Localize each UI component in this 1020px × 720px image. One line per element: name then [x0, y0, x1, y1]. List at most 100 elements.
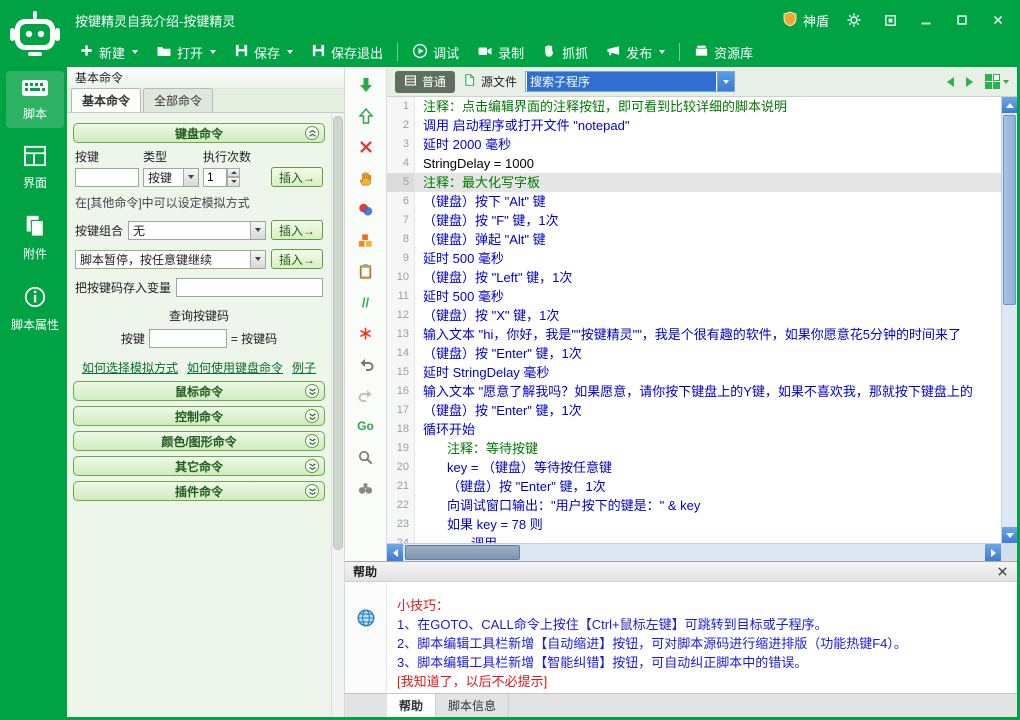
keyboard-commands-header[interactable]: 键盘命令: [73, 123, 325, 143]
paste-icon[interactable]: [356, 261, 376, 281]
expand-down-icon[interactable]: [305, 484, 319, 498]
help-close-icon[interactable]: [996, 565, 1009, 578]
hscrollbar-thumb[interactable]: [405, 545, 520, 560]
dropdown-caret-icon[interactable]: [210, 50, 216, 54]
maximize-button[interactable]: [951, 10, 973, 30]
close-button[interactable]: [987, 10, 1009, 30]
goto-line-icon[interactable]: Go: [356, 416, 376, 436]
expand-down-icon[interactable]: [305, 384, 319, 398]
panel-scrollbar-thumb[interactable]: [333, 116, 343, 550]
new-button[interactable]: 新建: [71, 40, 146, 64]
delete-line-icon[interactable]: [356, 137, 376, 157]
subroutine-search-combo[interactable]: 搜索子程序: [525, 71, 735, 92]
link-how-use-keyboard[interactable]: 如何使用键盘命令: [187, 359, 283, 376]
grab-button[interactable]: 抓抓: [534, 40, 596, 64]
select-arrow-icon[interactable]: [250, 222, 265, 239]
command-section-header[interactable]: 插件命令: [73, 481, 325, 501]
shield-badge[interactable]: 神盾: [782, 11, 829, 30]
dropdown-caret-icon[interactable]: [659, 50, 665, 54]
combo-dropdown-icon[interactable]: [717, 72, 734, 91]
code-line[interactable]: 23如果 key = 78 则: [387, 515, 1001, 534]
scroll-right-icon[interactable]: [985, 544, 1001, 561]
save-button[interactable]: 保存: [226, 40, 301, 64]
code-line[interactable]: 4StringDelay = 1000: [387, 154, 1001, 173]
code-line[interactable]: 19注释：等待按键: [387, 439, 1001, 458]
stepper-down-icon[interactable]: [227, 177, 240, 187]
redo-icon[interactable]: [356, 385, 376, 405]
mode-normal-button[interactable]: 普通: [395, 71, 455, 93]
drag-hand-icon[interactable]: [356, 168, 376, 188]
publish-button[interactable]: 发布: [598, 40, 673, 64]
command-section-header[interactable]: 其它命令: [73, 456, 325, 476]
scroll-up-icon[interactable]: [1002, 97, 1017, 113]
tab-basic-commands[interactable]: 基本命令: [71, 88, 141, 112]
expand-down-icon[interactable]: [305, 434, 319, 448]
tab-script-info[interactable]: 脚本信息: [436, 694, 509, 717]
code-line[interactable]: 20key = （键盘）等待按任意键: [387, 458, 1001, 477]
settings-gear-icon[interactable]: [843, 10, 865, 30]
command-section-header[interactable]: 控制命令: [73, 406, 325, 426]
link-how-choose-simulation[interactable]: 如何选择模拟方式: [82, 359, 178, 376]
syntax-check-icon[interactable]: [356, 323, 376, 343]
panel-scrollbar[interactable]: [331, 114, 344, 717]
query-key-input[interactable]: [149, 329, 227, 348]
code-line[interactable]: 24调用: [387, 534, 1001, 543]
open-button[interactable]: 打开: [148, 40, 224, 64]
select-arrow-icon[interactable]: [183, 169, 198, 186]
search-combo-value[interactable]: 搜索子程序: [527, 72, 716, 91]
code-line[interactable]: 12（键盘）按 "X" 键，1次: [387, 306, 1001, 325]
sidebar-item-script-properties[interactable]: 脚本属性: [6, 278, 64, 339]
move-line-down-icon[interactable]: [356, 75, 376, 95]
code-line[interactable]: 7（键盘）按 "F" 键，1次: [387, 211, 1001, 230]
dropdown-caret-icon[interactable]: [1003, 80, 1009, 84]
expand-down-icon[interactable]: [305, 459, 319, 473]
insert-combo-button[interactable]: 插入→: [271, 220, 323, 240]
pause-mode-select[interactable]: 脚本暂停，按任意键继续: [75, 250, 266, 269]
debug-button[interactable]: 调试: [404, 40, 467, 64]
expand-down-icon[interactable]: [305, 409, 319, 423]
count-input[interactable]: [203, 168, 227, 187]
select-arrow-icon[interactable]: [250, 251, 265, 268]
code-line[interactable]: 16输入文本 "愿意了解我吗？如果愿意，请你按下键盘上的Y键，如果不喜欢我，那就…: [387, 382, 1001, 401]
code-line[interactable]: 10（键盘）按 "Left" 键，1次: [387, 268, 1001, 287]
sidebar-item-interface[interactable]: 界面: [6, 138, 64, 197]
comment-icon[interactable]: //: [356, 292, 376, 312]
find-icon[interactable]: [356, 447, 376, 467]
sidebar-item-script[interactable]: 脚本: [6, 71, 64, 128]
code-line[interactable]: 6（键盘）按下 "Alt" 键: [387, 192, 1001, 211]
code-line[interactable]: 21（键盘）按 "Enter" 键，1次: [387, 477, 1001, 496]
code-line[interactable]: 8（键盘）弹起 "Alt" 键: [387, 230, 1001, 249]
globe-icon[interactable]: [356, 608, 376, 693]
link-example[interactable]: 例子: [292, 359, 316, 376]
vscrollbar-thumb[interactable]: [1003, 115, 1016, 305]
color-picker-icon[interactable]: [356, 199, 376, 219]
stepper-up-icon[interactable]: [227, 168, 240, 178]
editor-hscrollbar[interactable]: [387, 543, 1001, 561]
sidebar-item-attachment[interactable]: 附件: [6, 207, 64, 268]
editor-vscrollbar[interactable]: [1001, 97, 1017, 543]
command-section-header[interactable]: 鼠标命令: [73, 381, 325, 401]
code-line[interactable]: 22向调试窗口输出："用户按下的键是：" & key: [387, 496, 1001, 515]
code-area[interactable]: 1注释：点击编辑界面的注释按钮，即可看到比较详细的脚本说明2调用 启动程序或打开…: [387, 97, 1001, 543]
dropdown-caret-icon[interactable]: [132, 50, 138, 54]
count-stepper[interactable]: [203, 168, 240, 187]
view-layout-button[interactable]: [985, 74, 1009, 89]
code-line[interactable]: 5注释：最大化写字板: [387, 173, 1001, 192]
scroll-down-icon[interactable]: [1002, 527, 1017, 543]
code-line[interactable]: 2调用 启动程序或打开文件 "notepad": [387, 116, 1001, 135]
minimize-button[interactable]: [915, 10, 937, 30]
code-line[interactable]: 17（键盘）按 "Enter" 键，1次: [387, 401, 1001, 420]
code-line[interactable]: 18循环开始: [387, 420, 1001, 439]
collapse-up-icon[interactable]: [305, 126, 319, 140]
code-line[interactable]: 11延时 500 毫秒: [387, 287, 1001, 306]
key-type-select[interactable]: 按键: [143, 168, 199, 187]
store-variable-input[interactable]: [176, 278, 323, 297]
code-line[interactable]: 14（键盘）按 "Enter" 键，1次: [387, 344, 1001, 363]
dropdown-caret-icon[interactable]: [287, 50, 293, 54]
code-line[interactable]: 3延时 2000 毫秒: [387, 135, 1001, 154]
save-exit-button[interactable]: 保存退出: [303, 40, 391, 64]
minimize-to-tray-icon[interactable]: [879, 10, 901, 30]
code-blocks-icon[interactable]: [356, 230, 376, 250]
app-logo-robot-icon[interactable]: [8, 7, 62, 61]
key-combo-select[interactable]: 无: [128, 221, 266, 240]
